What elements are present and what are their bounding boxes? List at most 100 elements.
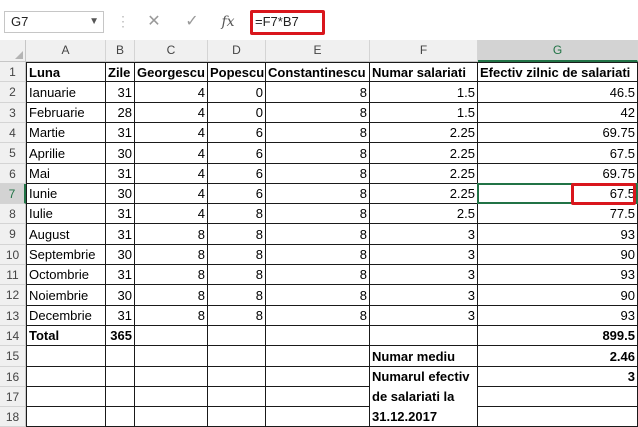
cell-d14[interactable] bbox=[208, 326, 266, 346]
cell-b7[interactable]: 30 bbox=[106, 184, 135, 204]
cell-f1[interactable]: Numar salariati bbox=[370, 62, 478, 82]
cell-b11[interactable]: 31 bbox=[106, 265, 135, 285]
cell-c17[interactable] bbox=[135, 387, 208, 407]
cell-e14[interactable] bbox=[266, 326, 370, 346]
cell-e13[interactable]: 8 bbox=[266, 306, 370, 326]
row-header-17[interactable]: 17 bbox=[0, 387, 26, 407]
cell-d8[interactable]: 8 bbox=[208, 204, 266, 224]
enter-button[interactable]: ✓ bbox=[180, 11, 204, 33]
cell-f13[interactable]: 3 bbox=[370, 306, 478, 326]
cell-b10[interactable]: 30 bbox=[106, 245, 135, 265]
cell-b8[interactable]: 31 bbox=[106, 204, 135, 224]
cell-a7[interactable]: Iunie bbox=[26, 184, 106, 204]
cell-c7[interactable]: 4 bbox=[135, 184, 208, 204]
cell-a12[interactable]: Noiembrie bbox=[26, 285, 106, 306]
cell-a4[interactable]: Martie bbox=[26, 123, 106, 143]
cell-e6[interactable]: 8 bbox=[266, 164, 370, 184]
cell-e11[interactable]: 8 bbox=[266, 265, 370, 285]
cell-f14[interactable] bbox=[370, 326, 478, 346]
cell-b14[interactable]: 365 bbox=[106, 326, 135, 346]
cell-d12[interactable]: 8 bbox=[208, 285, 266, 306]
cell-a13[interactable]: Decembrie bbox=[26, 306, 106, 326]
cell-g7[interactable]: 67.5 bbox=[478, 184, 638, 204]
cell-f9[interactable]: 3 bbox=[370, 224, 478, 245]
row-header-1[interactable]: 1 bbox=[0, 62, 26, 82]
row-header-12[interactable]: 12 bbox=[0, 285, 26, 306]
row-header-2[interactable]: 2 bbox=[0, 82, 26, 103]
cell-c12[interactable]: 8 bbox=[135, 285, 208, 306]
column-header-b[interactable]: B bbox=[106, 40, 135, 62]
cell-b16[interactable] bbox=[106, 367, 135, 387]
cell-f7[interactable]: 2.25 bbox=[370, 184, 478, 204]
row-header-4[interactable]: 4 bbox=[0, 123, 26, 143]
row-header-16[interactable]: 16 bbox=[0, 367, 26, 387]
row-header-9[interactable]: 9 bbox=[0, 224, 26, 245]
cell-d1[interactable]: Popescu bbox=[208, 62, 266, 82]
column-header-c[interactable]: C bbox=[135, 40, 208, 62]
row-header-13[interactable]: 13 bbox=[0, 306, 26, 326]
cell-b3[interactable]: 28 bbox=[106, 103, 135, 123]
cell-d2[interactable]: 0 bbox=[208, 82, 266, 103]
cancel-button[interactable]: ✕ bbox=[142, 11, 166, 33]
cell-d4[interactable]: 6 bbox=[208, 123, 266, 143]
cell-d11[interactable]: 8 bbox=[208, 265, 266, 285]
cell-d7[interactable]: 6 bbox=[208, 184, 266, 204]
cell-d16[interactable] bbox=[208, 367, 266, 387]
cell-f18[interactable]: 31.12.2017 bbox=[370, 407, 478, 427]
cell-a10[interactable]: Septembrie bbox=[26, 245, 106, 265]
cell-g15[interactable]: 2.46 bbox=[478, 346, 638, 367]
cell-a6[interactable]: Mai bbox=[26, 164, 106, 184]
cell-e10[interactable]: 8 bbox=[266, 245, 370, 265]
cell-c15[interactable] bbox=[135, 346, 208, 367]
cell-g13[interactable]: 93 bbox=[478, 306, 638, 326]
cell-c1[interactable]: Georgescu bbox=[135, 62, 208, 82]
row-header-10[interactable]: 10 bbox=[0, 245, 26, 265]
cell-c9[interactable]: 8 bbox=[135, 224, 208, 245]
cell-a5[interactable]: Aprilie bbox=[26, 143, 106, 164]
cell-c5[interactable]: 4 bbox=[135, 143, 208, 164]
cell-b12[interactable]: 30 bbox=[106, 285, 135, 306]
cell-g2[interactable]: 46.5 bbox=[478, 82, 638, 103]
row-header-8[interactable]: 8 bbox=[0, 204, 26, 224]
cell-e17[interactable] bbox=[266, 387, 370, 407]
cell-b2[interactable]: 31 bbox=[106, 82, 135, 103]
row-header-18[interactable]: 18 bbox=[0, 407, 26, 427]
row-header-7[interactable]: 7 bbox=[0, 184, 26, 204]
cell-g14[interactable]: 899.5 bbox=[478, 326, 638, 346]
cell-d17[interactable] bbox=[208, 387, 266, 407]
cell-g10[interactable]: 90 bbox=[478, 245, 638, 265]
drag-handle-icon[interactable]: ⋮ bbox=[116, 13, 131, 30]
cell-e1[interactable]: Constantinescu bbox=[266, 62, 370, 82]
cell-d6[interactable]: 6 bbox=[208, 164, 266, 184]
cell-b9[interactable]: 31 bbox=[106, 224, 135, 245]
cell-a1[interactable]: Luna bbox=[26, 62, 106, 82]
cell-c8[interactable]: 4 bbox=[135, 204, 208, 224]
column-header-f[interactable]: F bbox=[370, 40, 478, 62]
cell-d13[interactable]: 8 bbox=[208, 306, 266, 326]
cell-c11[interactable]: 8 bbox=[135, 265, 208, 285]
cell-g3[interactable]: 42 bbox=[478, 103, 638, 123]
cell-f11[interactable]: 3 bbox=[370, 265, 478, 285]
cell-a11[interactable]: Octombrie bbox=[26, 265, 106, 285]
cell-a18[interactable] bbox=[26, 407, 106, 427]
cell-b5[interactable]: 30 bbox=[106, 143, 135, 164]
cell-e12[interactable]: 8 bbox=[266, 285, 370, 306]
cell-a8[interactable]: Iulie bbox=[26, 204, 106, 224]
cell-a14[interactable]: Total bbox=[26, 326, 106, 346]
cell-e16[interactable] bbox=[266, 367, 370, 387]
row-header-15[interactable]: 15 bbox=[0, 346, 26, 367]
cell-c18[interactable] bbox=[135, 407, 208, 427]
cell-f12[interactable]: 3 bbox=[370, 285, 478, 306]
cell-f17[interactable]: de salariati la bbox=[370, 387, 478, 407]
row-header-11[interactable]: 11 bbox=[0, 265, 26, 285]
cell-c4[interactable]: 4 bbox=[135, 123, 208, 143]
cell-g17[interactable] bbox=[478, 387, 638, 407]
column-header-g[interactable]: G bbox=[478, 40, 638, 62]
cell-g16[interactable]: 3 bbox=[478, 367, 638, 387]
cell-a9[interactable]: August bbox=[26, 224, 106, 245]
cell-c16[interactable] bbox=[135, 367, 208, 387]
cell-f4[interactable]: 2.25 bbox=[370, 123, 478, 143]
column-header-a[interactable]: A bbox=[26, 40, 106, 62]
cell-f2[interactable]: 1.5 bbox=[370, 82, 478, 103]
cell-f15[interactable]: Numar mediu bbox=[370, 346, 478, 367]
